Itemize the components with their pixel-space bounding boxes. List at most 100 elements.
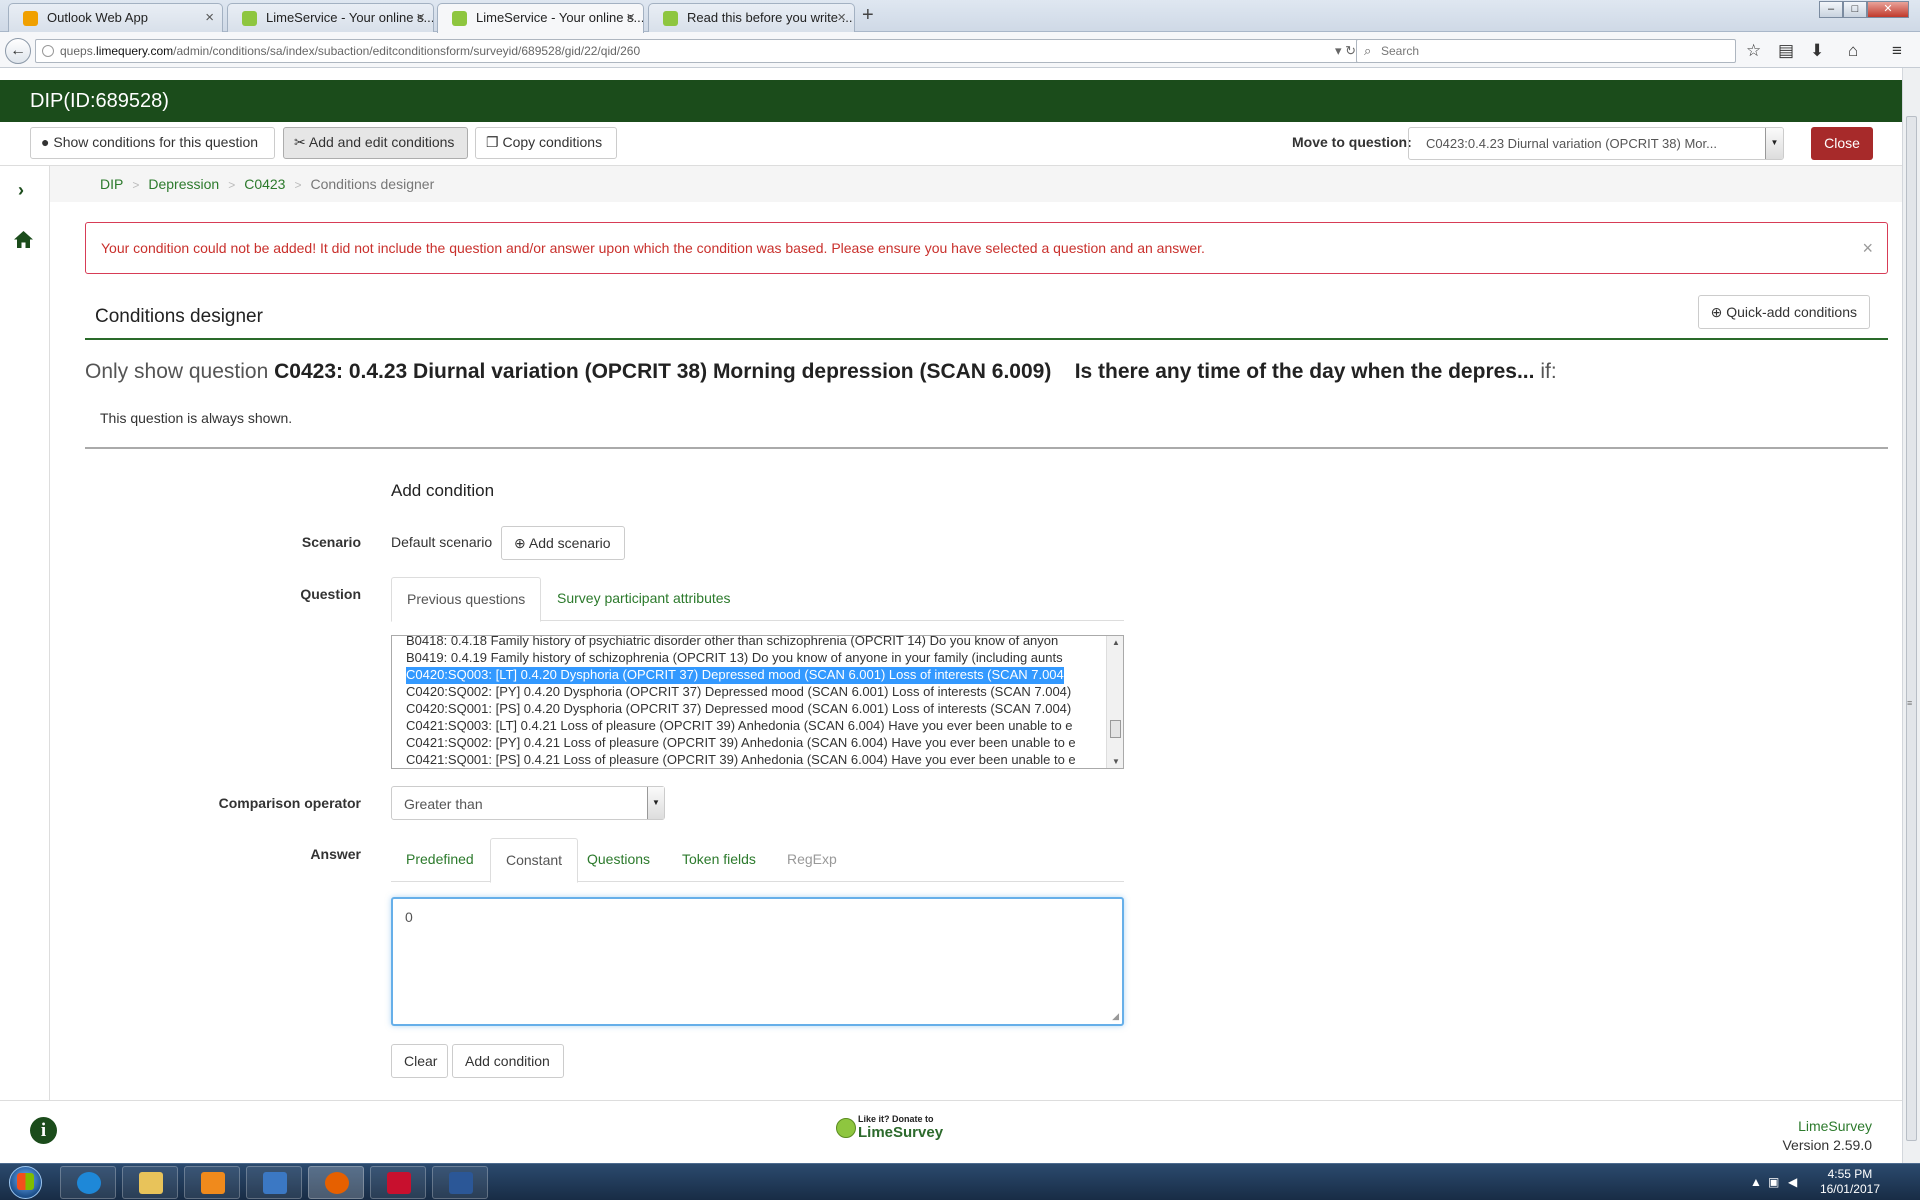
resize-handle-icon[interactable]: ◢	[1112, 1011, 1119, 1022]
browser-tab-label: Outlook Web App	[47, 10, 148, 25]
listbox-scrollbar-thumb[interactable]	[1110, 720, 1121, 738]
network-icon[interactable]: ▣	[1768, 1175, 1779, 1189]
new-tab-button[interactable]: +	[862, 4, 874, 27]
close-alert-icon[interactable]: ×	[1862, 238, 1873, 259]
conditions-toolbar: ● Show conditions for this question ✂ Ad…	[0, 122, 1902, 166]
breadcrumb-question[interactable]: C0423	[244, 176, 285, 192]
minimize-button[interactable]: –	[1819, 1, 1843, 18]
add-edit-conditions-label: Add and edit conditions	[308, 134, 455, 150]
taskbar-acrobat[interactable]	[370, 1166, 426, 1199]
answer-constant-textarea[interactable]: 0 ◢	[391, 897, 1124, 1026]
tab-survey-participant-attributes[interactable]: Survey participant attributes	[542, 577, 746, 622]
windows-taskbar: ▲ ▣ ◀ 4:55 PM 16/01/2017	[0, 1163, 1920, 1200]
browser-tab-limeservice-1[interactable]: LimeService - Your online s... ×	[227, 3, 434, 32]
tab-constant[interactable]: Constant	[490, 838, 579, 883]
address-bar[interactable]: queps.limequery.com/admin/conditions/sa/…	[35, 39, 1365, 63]
browser-tab-read-this[interactable]: Read this before you write ... ×	[648, 3, 855, 32]
add-condition-title: Add condition	[391, 481, 495, 500]
page-scrollbar[interactable]: ≡	[1902, 68, 1920, 1163]
dropdown-arrow-icon[interactable]: ▼	[647, 787, 664, 819]
browser-tab-limeservice-2[interactable]: LimeService - Your online s... ×	[437, 3, 644, 33]
breadcrumb-survey[interactable]: DIP	[100, 176, 123, 192]
close-tab-icon[interactable]: ×	[837, 9, 846, 26]
scrollbar-thumb[interactable]	[1906, 116, 1917, 1141]
info-icon[interactable]: i	[30, 1117, 57, 1144]
clock[interactable]: 4:55 PM 16/01/2017	[1820, 1167, 1880, 1197]
taskbar-internet-explorer[interactable]	[60, 1166, 116, 1199]
show-conditions-button[interactable]: ● Show conditions for this question	[30, 127, 275, 159]
list-item[interactable]: B0419: 0.4.19 Family history of schizoph…	[406, 650, 1063, 667]
question-source-tabs: Previous questions Survey participant at…	[391, 577, 1124, 622]
dropdown-arrow-icon[interactable]: ▼	[1765, 128, 1783, 159]
survey-title: DIP(ID:689528)	[30, 90, 169, 112]
start-button[interactable]	[4, 1164, 48, 1200]
browser-tab-outlook[interactable]: Outlook Web App ×	[8, 3, 223, 32]
add-condition-button[interactable]: Add condition	[452, 1044, 564, 1078]
question-listbox[interactable]: B0418: 0.4.18 Family history of psychiat…	[391, 635, 1124, 769]
browser-tabbar: Outlook Web App × LimeService - Your onl…	[0, 0, 1920, 33]
home-icon[interactable]: ⌂	[1848, 41, 1858, 61]
menu-icon[interactable]: ≡	[1892, 41, 1902, 61]
list-item[interactable]: C0421:SQ002: [PY] 0.4.21 Loss of pleasur…	[406, 735, 1076, 752]
tab-regexp[interactable]: RegExp	[772, 838, 852, 883]
scroll-down-icon[interactable]: ▼	[1112, 757, 1120, 766]
browser-tab-label: Read this before you write ...	[687, 10, 853, 25]
browser-search-input[interactable]: ⌕ Search	[1356, 39, 1736, 63]
listbox-scrollbar[interactable]: ▲ ▼	[1106, 636, 1123, 768]
list-item[interactable]: C0421:SQ003: [LT] 0.4.21 Loss of pleasur…	[406, 718, 1073, 735]
page-footer: i Like it? Donate to LimeSurvey LimeSurv…	[0, 1100, 1902, 1163]
copy-conditions-button[interactable]: ❐ Copy conditions	[475, 127, 617, 159]
list-item[interactable]: B0418: 0.4.18 Family history of psychiat…	[406, 636, 1058, 650]
download-icon[interactable]: ⬇	[1810, 41, 1824, 61]
taskbar-firefox[interactable]	[308, 1166, 364, 1199]
only-show-prefix: Only show question	[85, 360, 269, 383]
search-icon: ⌕	[1364, 43, 1372, 58]
show-hidden-icons-icon[interactable]: ▲	[1750, 1175, 1762, 1189]
clear-button[interactable]: Clear	[391, 1044, 448, 1078]
taskbar-file-explorer[interactable]	[122, 1166, 178, 1199]
scroll-up-icon[interactable]: ▲	[1112, 638, 1120, 647]
tab-previous-questions[interactable]: Previous questions	[391, 577, 542, 622]
reload-icon[interactable]: ▾ ↻	[1335, 43, 1356, 59]
close-tab-icon[interactable]: ×	[416, 9, 425, 26]
maximize-button[interactable]: □	[1843, 1, 1867, 18]
tab-questions[interactable]: Questions	[572, 838, 665, 883]
taskbar-outlook[interactable]	[246, 1166, 302, 1199]
bookmark-star-icon[interactable]: ☆	[1746, 41, 1761, 61]
list-item[interactable]: C0421:SQ001: [PS] 0.4.21 Loss of pleasur…	[406, 752, 1076, 768]
breadcrumb-group[interactable]: Depression	[148, 176, 219, 192]
quick-add-label: Quick-add conditions	[1726, 304, 1857, 320]
back-arrow-icon[interactable]: ←	[5, 38, 31, 64]
close-tab-icon[interactable]: ×	[626, 9, 635, 26]
move-to-question-select[interactable]: C0423:0.4.23 Diurnal variation (OPCRIT 3…	[1408, 127, 1784, 160]
volume-icon[interactable]: ◀	[1788, 1175, 1797, 1189]
windows-logo-icon	[17, 1173, 34, 1190]
close-button[interactable]: Close	[1811, 127, 1873, 160]
donate-logo-link[interactable]: Like it? Donate to LimeSurvey	[836, 1114, 943, 1144]
scissors-icon: ✂	[294, 134, 306, 150]
add-edit-conditions-button[interactable]: ✂ Add and edit conditions	[283, 127, 468, 159]
answer-constant-value: 0	[405, 909, 413, 925]
browser-navbar: ← queps.limequery.com/admin/conditions/s…	[0, 32, 1920, 68]
taskbar-word[interactable]	[432, 1166, 488, 1199]
breadcrumb-separator: >	[132, 178, 140, 192]
list-item[interactable]: C0420:SQ001: [PS] 0.4.20 Dysphoria (OPCR…	[406, 701, 1071, 718]
list-item-selected[interactable]: C0420:SQ003: [LT] 0.4.20 Dysphoria (OPCR…	[406, 667, 1064, 684]
home-icon[interactable]	[13, 230, 34, 252]
chevron-right-icon[interactable]: ›	[18, 180, 24, 201]
lime-logo-icon	[836, 1118, 856, 1138]
close-tab-icon[interactable]: ×	[205, 9, 214, 26]
quick-add-conditions-button[interactable]: ⊕ Quick-add conditions	[1697, 295, 1870, 329]
tab-predefined[interactable]: Predefined	[391, 838, 489, 883]
list-item[interactable]: C0420:SQ002: [PY] 0.4.20 Dysphoria (OPCR…	[406, 684, 1071, 701]
add-scenario-button[interactable]: ⊕ Add scenario	[501, 526, 625, 560]
browser-tab-label: LimeService - Your online s...	[476, 10, 644, 25]
taskbar-media-player[interactable]	[184, 1166, 240, 1199]
comparison-operator-select[interactable]: Greater than ▼	[391, 786, 665, 820]
scenario-label: Scenario	[301, 534, 361, 550]
tab-token-fields[interactable]: Token fields	[667, 838, 771, 883]
limesurvey-link[interactable]: LimeSurvey	[1798, 1118, 1872, 1134]
reading-list-icon[interactable]: ▤	[1778, 41, 1794, 61]
window-close-button[interactable]: ✕	[1867, 1, 1909, 18]
limesurvey-icon	[663, 11, 678, 26]
